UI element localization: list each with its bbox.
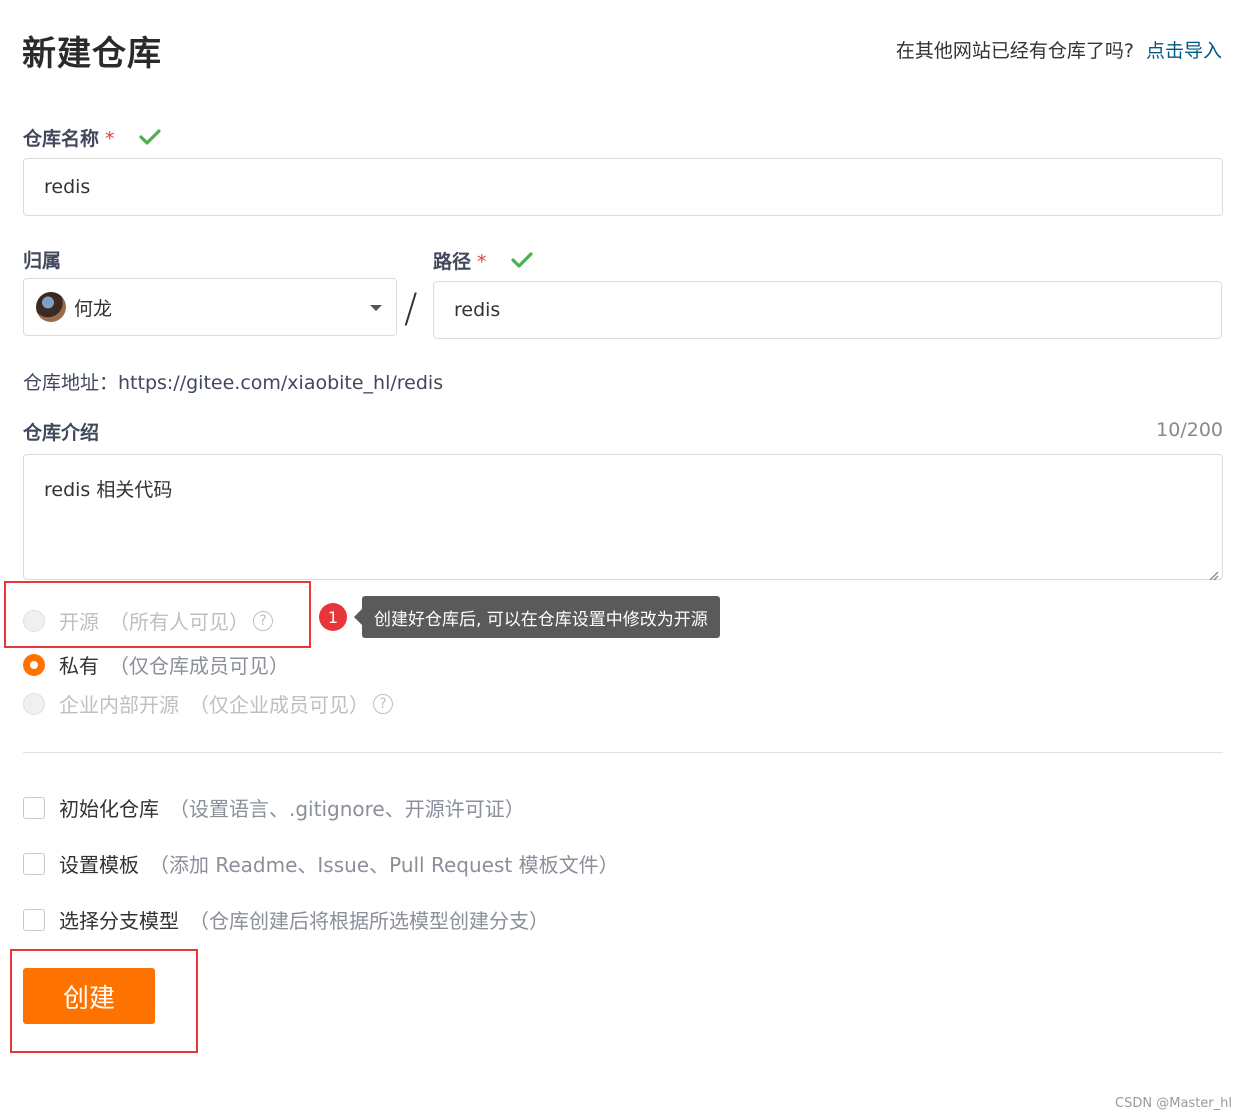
divider <box>23 752 1223 753</box>
radio-label: 企业内部开源 <box>59 693 179 717</box>
import-prompt: 在其他网站已经有仓库了吗? 点击导入 <box>896 36 1222 63</box>
check-icon <box>139 128 161 151</box>
path-label-text: 路径 <box>433 251 472 273</box>
step-badge: 1 <box>319 603 347 631</box>
option-branch-model[interactable]: 选择分支模型 （仓库创建后将根据所选模型创建分支） <box>23 905 549 934</box>
option-note: （添加 Readme、Issue、Pull Request 模板文件） <box>149 853 619 877</box>
import-question: 在其他网站已经有仓库了吗? <box>895 40 1134 62</box>
option-init-repo[interactable]: 初始化仓库 （设置语言、.gitignore、开源许可证） <box>23 793 525 822</box>
help-icon[interactable]: ? <box>373 693 393 714</box>
option-template[interactable]: 设置模板 （添加 Readme、Issue、Pull Request 模板文件） <box>23 849 619 878</box>
owner-value: 何龙 <box>74 297 113 320</box>
option-label: 初始化仓库 <box>59 797 159 821</box>
description-value: redis 相关代码 <box>44 479 173 501</box>
repo-name-input[interactable]: redis <box>23 158 1223 216</box>
repo-address: 仓库地址：https://gitee.com/xiaobite_hl/redis <box>23 372 444 394</box>
checkbox[interactable] <box>23 852 45 875</box>
radio-enterprise[interactable]: 企业内部开源 （仅企业成员可见） ? <box>23 689 393 718</box>
option-label: 设置模板 <box>59 853 139 877</box>
radio-circle[interactable] <box>23 609 45 632</box>
caret-down-icon <box>370 305 382 311</box>
repo-name-label: 仓库名称 * <box>23 124 161 151</box>
check-icon <box>511 251 533 274</box>
path-value: redis <box>454 299 501 321</box>
radio-label: 开源 <box>59 610 99 634</box>
description-label: 仓库介绍 <box>23 422 100 444</box>
create-button[interactable]: 创建 <box>23 968 155 1024</box>
import-link[interactable]: 点击导入 <box>1146 40 1222 62</box>
repo-name-label-text: 仓库名称 <box>23 128 100 150</box>
checkbox[interactable] <box>23 796 45 819</box>
resize-handle-icon[interactable] <box>1207 564 1219 581</box>
path-separator: / <box>404 286 418 332</box>
option-label: 选择分支模型 <box>59 909 179 933</box>
repo-name-value: redis <box>44 176 91 198</box>
owner-label: 归属 <box>23 250 62 272</box>
radio-circle-selected[interactable] <box>23 653 45 676</box>
description-counter: 10/200 <box>1156 419 1223 441</box>
option-note: （仓库创建后将根据所选模型创建分支） <box>189 909 549 933</box>
radio-note: （所有人可见） <box>109 610 249 634</box>
radio-private[interactable]: 私有 （仅仓库成员可见） <box>23 650 289 679</box>
radio-circle[interactable] <box>23 692 45 715</box>
option-note: （设置语言、.gitignore、开源许可证） <box>169 797 525 821</box>
required-mark: * <box>477 251 487 273</box>
required-mark: * <box>105 128 115 150</box>
checkbox[interactable] <box>23 908 45 931</box>
tooltip: 创建好仓库后, 可以在仓库设置中修改为开源 <box>354 596 720 638</box>
radio-open-source[interactable]: 开源 （所有人可见） ? <box>23 606 273 635</box>
radio-note: （仅仓库成员可见） <box>109 654 289 678</box>
help-icon[interactable]: ? <box>253 610 273 631</box>
avatar <box>36 292 66 322</box>
description-textarea[interactable]: redis 相关代码 <box>23 454 1223 581</box>
path-label: 路径 * <box>433 247 533 274</box>
page-title: 新建仓库 <box>22 34 162 74</box>
watermark: CSDN @Master_hl <box>1115 1096 1232 1111</box>
owner-select[interactable]: 何龙 <box>23 278 397 336</box>
tooltip-text: 创建好仓库后, 可以在仓库设置中修改为开源 <box>374 609 708 630</box>
radio-note: （仅企业成员可见） <box>189 693 369 717</box>
path-input[interactable]: redis <box>433 281 1222 339</box>
radio-label: 私有 <box>59 654 99 678</box>
